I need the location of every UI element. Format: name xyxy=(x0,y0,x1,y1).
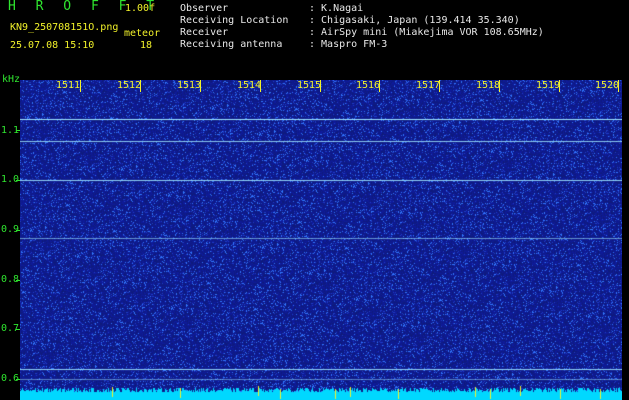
meta-value-antenna: : Maspro FM-3 xyxy=(309,39,388,50)
y-axis-unit: kHz xyxy=(2,74,21,85)
meta-value-location: : Chigasaki, Japan (139.414 35.340) xyxy=(309,15,520,26)
x-tick-label: 1518 xyxy=(476,80,501,91)
meteor-count: 18 xyxy=(140,40,153,51)
x-tick-label: 1511 xyxy=(56,80,81,91)
x-tick-mark xyxy=(200,80,201,92)
meta-key-location: Receiving Location xyxy=(180,15,289,26)
x-tick-label: 1515 xyxy=(297,80,322,91)
meta-key-antenna: Receiving antenna xyxy=(180,39,283,50)
y-tick-mark xyxy=(16,379,20,380)
x-tick-label: 1517 xyxy=(416,80,441,91)
y-tick-mark xyxy=(16,329,20,330)
x-tick-mark xyxy=(379,80,380,92)
y-tick-mark xyxy=(16,230,20,231)
x-tick-mark xyxy=(320,80,321,92)
x-tick-mark xyxy=(559,80,560,92)
file-name: KN9_250708151O.png xyxy=(10,22,119,33)
x-tick-mark xyxy=(618,80,619,92)
meta-key-observer: Observer xyxy=(180,3,229,14)
meta-value-observer: : K.Nagai xyxy=(309,3,364,14)
date-time: 25.07.08 15:10 xyxy=(10,40,95,51)
waterfall-spectrogram[interactable] xyxy=(20,80,622,400)
x-tick-label: 1514 xyxy=(237,80,262,91)
y-tick-mark xyxy=(16,180,20,181)
meta-key-receiver: Receiver xyxy=(180,27,229,38)
meteor-label: meteor xyxy=(124,28,161,39)
header-panel: H R O F F T 1.00f KN9_250708151O.png 25.… xyxy=(0,0,629,74)
x-tick-mark xyxy=(80,80,81,92)
y-tick-mark xyxy=(16,130,20,131)
y-tick-label: 1.1 xyxy=(1,125,20,136)
x-tick-mark xyxy=(260,80,261,92)
x-tick-label: 1512 xyxy=(117,80,142,91)
app-version: 1.00f xyxy=(125,3,156,14)
x-tick-mark xyxy=(499,80,500,92)
x-tick-label: 1513 xyxy=(177,80,202,91)
x-tick-mark xyxy=(439,80,440,92)
x-tick-mark xyxy=(140,80,141,92)
x-tick-label: 1519 xyxy=(536,80,561,91)
x-tick-label: 1520 xyxy=(595,80,620,91)
meta-value-receiver: : AirSpy mini (Miakejima VOR 108.65MHz) xyxy=(309,27,544,38)
y-tick-mark xyxy=(16,280,20,281)
x-tick-label: 1516 xyxy=(356,80,381,91)
